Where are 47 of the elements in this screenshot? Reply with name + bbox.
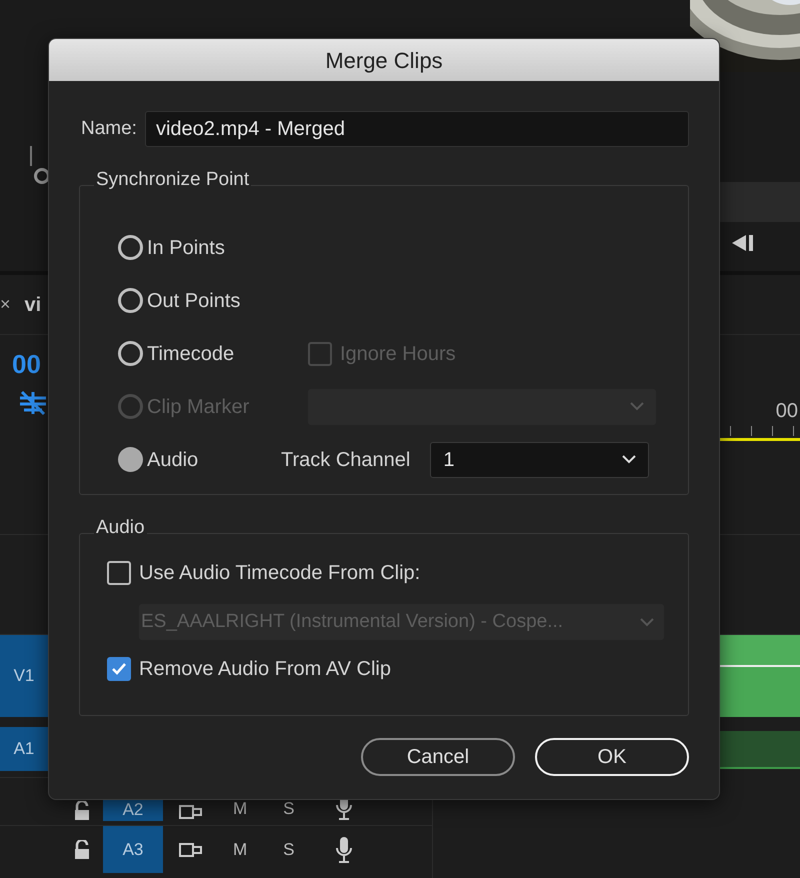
chevron-icon [640,618,654,626]
radio-label: Clip Marker [147,394,250,420]
sync-lock-icon[interactable] [179,840,203,858]
checkmark-icon [111,662,127,676]
sync-lock-icon[interactable] [179,803,203,821]
solo-toggle[interactable]: S [283,836,295,862]
radio-button[interactable] [118,341,143,366]
dialog-button[interactable]: OK [535,738,689,776]
timecode: 00 [12,348,41,381]
dialog-title: Merge Clips [325,46,443,75]
ruler-timecode: 00 [776,399,798,424]
checkbox-label: Ignore Hours [340,342,456,366]
checkbox[interactable] [107,657,131,681]
close-icon[interactable]: × [0,291,11,318]
chevron-icon [630,402,644,411]
audio-clip[interactable] [718,731,800,769]
radio-label: Audio [147,448,198,472]
dropdown-value: 1 [443,448,454,472]
video-clip[interactable] [718,635,800,667]
mute-toggle[interactable]: M [233,796,248,821]
name-field[interactable]: video2.mp4 - Merged [144,111,689,147]
snap-icon[interactable] [18,390,48,416]
radio-button[interactable] [118,447,143,472]
dropdown[interactable]: 1 [430,442,650,478]
radio-label: Timecode [147,342,234,366]
step-back-icon[interactable] [732,234,754,252]
solo-toggle[interactable]: S [283,796,295,821]
tab-title[interactable]: vi [24,290,42,320]
radio-label: In Points [147,236,225,260]
microphone-icon[interactable] [334,836,353,864]
dialog-button[interactable]: Cancel [361,738,515,776]
lock-icon[interactable] [74,801,90,821]
checkbox-label: Remove Audio From AV Clip [139,657,391,682]
video-clip[interactable] [718,667,800,717]
radio-label: Out Points [147,288,240,314]
select-label: Track Channel [281,448,410,472]
track-label[interactable]: V1 [0,635,48,717]
checkbox-label: Use Audio Timecode From Clip: [139,561,420,586]
checkbox[interactable] [107,561,131,585]
chevron-icon [622,455,636,464]
lock-icon[interactable] [74,840,90,860]
mute-toggle[interactable]: M [233,836,248,862]
radio-button[interactable] [118,288,143,313]
radio-button[interactable] [118,235,143,260]
track-label[interactable]: A3 [103,826,163,873]
name-label: Name: [81,116,137,141]
track-label[interactable]: A1 [0,727,48,771]
